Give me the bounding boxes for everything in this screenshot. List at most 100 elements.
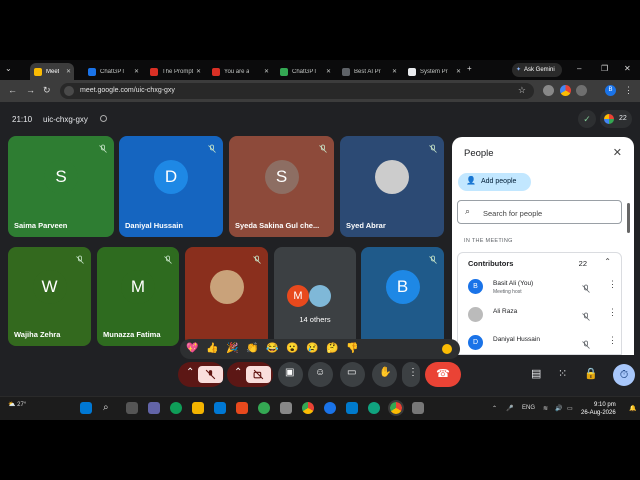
task-view-icon[interactable] <box>126 402 138 414</box>
mic-off-icon[interactable] <box>581 281 591 293</box>
close-tab-icon[interactable]: ✕ <box>134 68 139 75</box>
close-tab-icon[interactable]: ✕ <box>264 68 269 75</box>
browser-tab[interactable]: Best AI Pr ✕ <box>338 63 400 80</box>
browser-tab[interactable]: System Pr ✕ <box>404 63 464 80</box>
app-icon[interactable] <box>280 402 292 414</box>
vscode-icon[interactable] <box>346 402 358 414</box>
browser-tab[interactable]: You are a ✕ <box>208 63 272 80</box>
site-info-icon[interactable] <box>64 86 74 96</box>
file-explorer-icon[interactable] <box>192 402 204 414</box>
chat-icon[interactable]: ▤ <box>531 367 541 380</box>
close-icon[interactable]: ✕ <box>613 146 622 159</box>
reaction-emoji[interactable]: 😮 <box>286 342 298 355</box>
snipping-tool-icon[interactable] <box>412 402 424 414</box>
new-tab-icon[interactable]: + <box>467 64 472 73</box>
close-window-icon[interactable]: ✕ <box>624 64 631 73</box>
participant-tile[interactable]: S Saima Parveen <box>8 136 114 237</box>
mute-button[interactable] <box>198 366 223 383</box>
clock[interactable]: 9:10 pm 26-Aug-2026 <box>581 401 616 417</box>
close-tab-icon[interactable]: ✕ <box>326 68 331 75</box>
mic-off-icon[interactable] <box>581 337 591 349</box>
participant-list-item[interactable]: B Basit Ali (You) Meeting host ⋮ <box>468 275 618 299</box>
participant-tile[interactable]: B <box>361 247 444 346</box>
chatgpt-icon[interactable] <box>368 402 380 414</box>
battery-icon[interactable]: ▭ <box>567 405 573 412</box>
weather-widget[interactable]: ⛅ 27° <box>8 401 26 408</box>
reaction-emoji[interactable]: 😢 <box>306 342 318 355</box>
notifications-icon[interactable]: 🔔 <box>629 405 636 412</box>
app-icon[interactable] <box>258 402 270 414</box>
reload-icon[interactable]: ↻ <box>43 85 51 96</box>
add-people-button[interactable]: 👤 Add people <box>458 173 531 191</box>
meeting-info-icon[interactable] <box>100 115 107 122</box>
chevron-up-icon[interactable]: ⌃ <box>604 257 611 266</box>
reaction-emoji[interactable]: 👏 <box>246 342 258 355</box>
leave-call-button[interactable]: ☎ <box>425 362 461 387</box>
reaction-emoji[interactable]: 💖 <box>186 342 198 355</box>
chrome-active-icon[interactable] <box>388 400 404 416</box>
chevron-up-icon[interactable]: ⌃ <box>186 367 194 378</box>
participant-tile[interactable]: D Daniyal Hussain <box>119 136 223 237</box>
extensions-puzzle-icon[interactable] <box>576 85 587 96</box>
browser-tab[interactable]: ChatGPT ✕ <box>276 63 334 80</box>
profile-avatar[interactable]: B <box>605 85 616 96</box>
extension-icon[interactable] <box>560 85 571 96</box>
wifi-icon[interactable]: ≋ <box>543 405 548 412</box>
bookmark-star-icon[interactable]: ☆ <box>518 85 526 96</box>
camera-off-button[interactable] <box>246 366 271 383</box>
microphone-icon[interactable]: 🎤 <box>506 405 513 412</box>
address-bar[interactable]: meet.google.com/uic-chxg-gxy ☆ <box>60 83 534 99</box>
participant-tile[interactable]: S Syeda Sakina Gul che... <box>229 136 334 237</box>
teams-icon[interactable] <box>148 402 160 414</box>
browser-menu-icon[interactable]: ⋮ <box>624 85 633 96</box>
close-tab-icon[interactable]: ✕ <box>456 68 461 75</box>
more-vert-icon[interactable]: ⋮ <box>608 307 617 318</box>
maximize-icon[interactable]: ❐ <box>601 64 608 73</box>
chrome-icon[interactable] <box>302 402 314 414</box>
more-options-button[interactable]: ⋮ <box>402 362 420 387</box>
app-icon[interactable] <box>324 402 336 414</box>
tab-search-icon[interactable]: ⌄ <box>5 64 12 73</box>
participant-list-item[interactable]: D Daniyal Hussain ⋮ <box>468 331 618 355</box>
search-people-input[interactable]: ⌕ Search for people <box>457 200 622 224</box>
host-lock-icon[interactable]: 🔒 <box>584 367 598 380</box>
reaction-emoji[interactable]: 🤔 <box>326 342 338 355</box>
store-icon[interactable] <box>214 402 226 414</box>
close-tab-icon[interactable]: ✕ <box>392 68 397 75</box>
language-indicator[interactable]: ENG <box>522 405 535 411</box>
host-controls-icon[interactable]: ✓ <box>578 110 596 128</box>
search-icon[interactable]: ⌕ <box>103 402 115 414</box>
extension-icon[interactable] <box>543 85 554 96</box>
participant-tile[interactable]: Syed Abrar <box>340 136 444 237</box>
scrollbar[interactable] <box>627 203 630 233</box>
more-vert-icon[interactable]: ⋮ <box>608 335 617 346</box>
share-screen-button[interactable]: ▣ <box>278 362 303 387</box>
app-icon[interactable] <box>236 402 248 414</box>
browser-tab[interactable]: The Prompt ✕ <box>146 63 204 80</box>
reaction-emoji[interactable]: 😂 <box>266 342 278 355</box>
ask-gemini-button[interactable]: ✦ Ask Gemini <box>512 63 562 77</box>
mic-off-icon[interactable] <box>581 309 591 321</box>
reaction-emoji[interactable]: 👍 <box>206 342 218 355</box>
browser-tab[interactable]: ChatGPT ✕ <box>84 63 142 80</box>
reaction-emoji[interactable]: 👎 <box>346 342 358 355</box>
browser-tab[interactable]: Meet ✕ <box>30 63 74 80</box>
reactions-button[interactable]: ☺ <box>308 362 333 387</box>
forward-icon[interactable]: → <box>26 85 35 95</box>
raise-hand-button[interactable]: ✋ <box>372 362 397 387</box>
participant-tile[interactable] <box>185 247 268 346</box>
back-icon[interactable]: ← <box>8 85 17 95</box>
tray-chevron-icon[interactable]: ⌃ <box>492 405 497 412</box>
activities-grid-icon[interactable]: ⁙ <box>558 367 567 380</box>
participants-button[interactable]: 22 <box>600 110 632 128</box>
minimize-icon[interactable]: – <box>577 64 581 73</box>
participant-tile[interactable]: M 14 others <box>274 247 356 346</box>
participant-list-item[interactable]: Ali Raza ⋮ <box>468 303 618 327</box>
close-tab-icon[interactable]: ✕ <box>66 68 71 75</box>
participant-tile[interactable]: M Munazza Fatima <box>97 247 179 346</box>
start-icon[interactable] <box>80 402 92 414</box>
captions-button[interactable]: ▭ <box>340 362 365 387</box>
close-tab-icon[interactable]: ✕ <box>196 68 201 75</box>
edge-icon[interactable] <box>170 402 182 414</box>
more-vert-icon[interactable]: ⋮ <box>608 279 617 290</box>
